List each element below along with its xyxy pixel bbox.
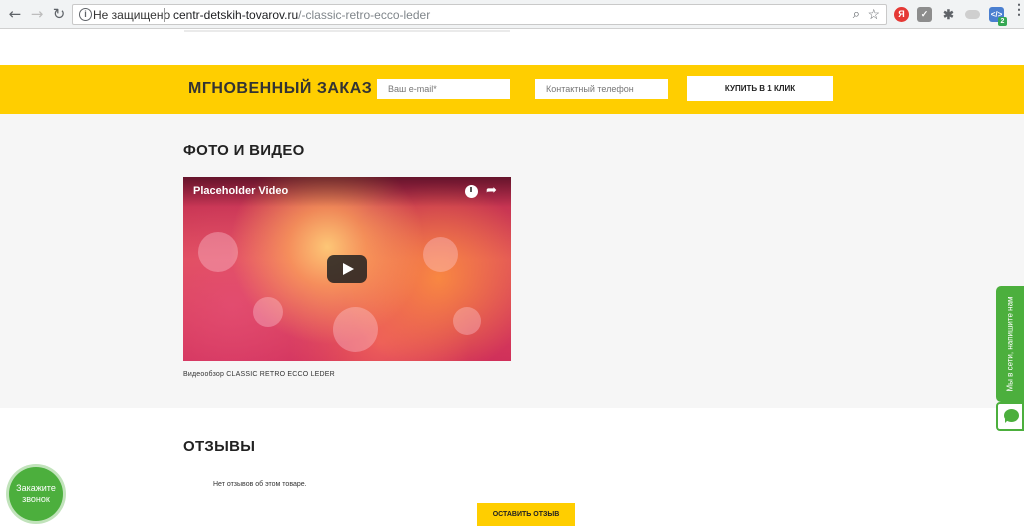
yandex-icon[interactable]: Я (894, 7, 909, 22)
no-reviews-text: Нет отзывов об этом товаре. (213, 481, 307, 488)
url-path: /-classic-retro-ecco-leder (298, 8, 431, 22)
share-icon[interactable]: ➦ (486, 183, 497, 198)
address-bar[interactable]: i Не защищено centr-detskih-tovarov.ru/-… (72, 4, 887, 25)
security-label[interactable]: Не защищено (93, 8, 170, 22)
back-icon[interactable]: ← (7, 6, 23, 22)
watch-later-icon[interactable] (465, 185, 478, 198)
media-section-title: ФОТО И ВИДЕО (183, 142, 305, 159)
zoom-icon[interactable]: ⌕ (853, 6, 860, 22)
info-icon[interactable]: i (79, 8, 92, 21)
chat-bubble-icon (1004, 409, 1019, 423)
page-top-strip (0, 30, 1024, 65)
cloud-icon[interactable] (965, 10, 980, 19)
video-bokeh (453, 307, 481, 335)
chat-button[interactable] (996, 402, 1024, 431)
puzzle-icon[interactable]: ✱ (941, 7, 956, 22)
star-icon[interactable]: ☆ (867, 6, 880, 23)
reviews-section-title: ОТЗЫВЫ (183, 438, 256, 455)
video-bokeh (423, 237, 458, 272)
quick-order-bar (0, 65, 1024, 114)
dev-badge: 2 (998, 17, 1007, 26)
reload-icon[interactable]: ↻ (51, 6, 67, 22)
url-host: centr-detskih-tovarov.ru (173, 8, 299, 22)
video-bokeh (198, 232, 238, 272)
callback-button[interactable]: Закажите звонок (9, 467, 63, 521)
address-separator (164, 8, 165, 22)
top-divider (184, 30, 510, 32)
browser-toolbar: ← → ↻ i Не защищено centr-detskih-tovaro… (0, 0, 1024, 29)
dev-icon[interactable]: </> 2 (989, 7, 1007, 26)
media-section (0, 114, 1024, 408)
email-field[interactable] (377, 79, 510, 99)
video-title[interactable]: Placeholder Video (193, 185, 288, 197)
forward-icon[interactable]: → (29, 6, 45, 22)
url-text[interactable]: centr-detskih-tovarov.ru/-classic-retro-… (173, 8, 430, 22)
menu-icon[interactable]: ⋮ (1012, 2, 1024, 16)
play-icon[interactable] (327, 255, 367, 283)
video-player[interactable]: Placeholder Video ➦ (183, 177, 511, 361)
video-bokeh (333, 307, 378, 352)
ext-icon[interactable]: ✓ (917, 7, 932, 22)
online-chat-label[interactable]: Мы в сети, напишите нам (1006, 296, 1015, 391)
video-caption: Видеообзор CLASSIC RETRO ECCO LEDER (183, 371, 335, 378)
phone-field[interactable] (535, 79, 668, 99)
video-bokeh (253, 297, 283, 327)
leave-review-button[interactable]: ОСТАВИТЬ ОТЗЫВ (477, 503, 575, 526)
quick-order-title: МГНОВЕННЫЙ ЗАКАЗ (188, 80, 373, 97)
buy-one-click-button[interactable]: КУПИТЬ В 1 КЛИК (687, 76, 833, 101)
